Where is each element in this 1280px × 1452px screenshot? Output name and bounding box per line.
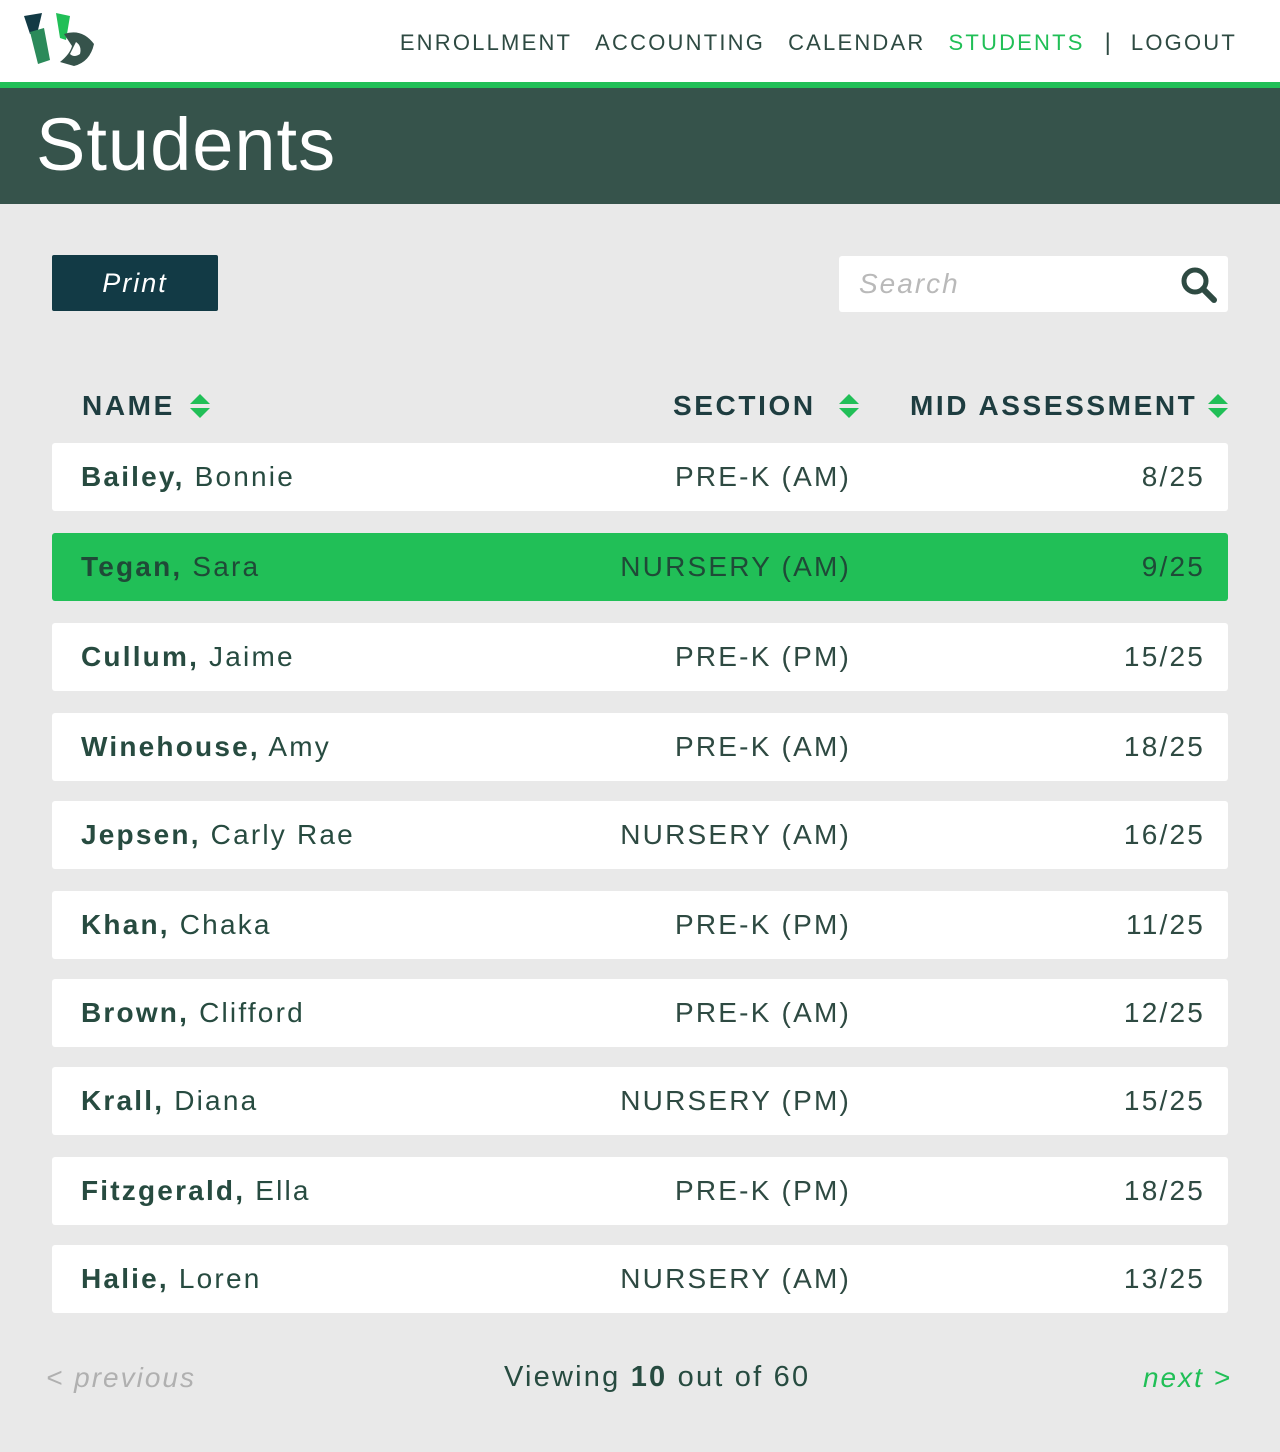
nav-separator: | xyxy=(1104,29,1111,56)
student-section: PRE-K (AM) xyxy=(675,997,851,1028)
student-name: Krall, Diana xyxy=(81,1067,258,1135)
search-box xyxy=(839,256,1228,312)
school-logo-icon[interactable] xyxy=(20,10,100,70)
first-name: Carly Rae xyxy=(210,819,355,850)
last-name: Fitzgerald, xyxy=(81,1175,246,1206)
viewing-prefix: Viewing xyxy=(504,1361,621,1393)
student-section: PRE-K (PM) xyxy=(675,641,851,672)
student-name: Fitzgerald, Ella xyxy=(81,1157,311,1225)
next-page-link[interactable]: next > xyxy=(1143,1362,1232,1394)
column-header-label: SECTION xyxy=(673,390,816,421)
table-row[interactable]: Cullum, Jaime PRE-K (PM) 15/25 xyxy=(52,623,1228,691)
sort-arrows-icon[interactable] xyxy=(838,393,860,419)
last-name: Winehouse, xyxy=(81,731,260,762)
main-nav: ENROLLMENT ACCOUNTING CALENDAR STUDENTS … xyxy=(377,28,1237,58)
first-name: Diana xyxy=(174,1085,259,1116)
table-row[interactable]: Bailey, Bonnie PRE-K (AM) 8/25 xyxy=(52,443,1228,511)
first-name: Loren xyxy=(178,1263,262,1294)
print-button[interactable]: Print xyxy=(52,255,218,311)
student-name: Halie, Loren xyxy=(81,1245,262,1313)
table-row[interactable]: Jepsen, Carly Rae NURSERY (AM) 16/25 xyxy=(52,801,1228,869)
table-row[interactable]: Halie, Loren NURSERY (AM) 13/25 xyxy=(52,1245,1228,1313)
last-name: Bailey, xyxy=(81,461,185,492)
student-name: Brown, Clifford xyxy=(81,979,305,1047)
previous-page-link[interactable]: < previous xyxy=(46,1362,196,1394)
mid-assessment-score: 16/25 xyxy=(1123,819,1205,850)
mid-assessment-score: 11/25 xyxy=(1126,909,1205,940)
first-name: Jaime xyxy=(209,641,295,672)
search-input[interactable] xyxy=(839,256,1169,312)
student-section: PRE-K (PM) xyxy=(675,1175,851,1206)
student-section: NURSERY (AM) xyxy=(620,1263,851,1294)
nav-students[interactable]: STUDENTS xyxy=(948,30,1084,56)
nav-enrollment[interactable]: ENROLLMENT xyxy=(400,30,572,56)
table-row[interactable]: Winehouse, Amy PRE-K (AM) 18/25 xyxy=(52,713,1228,781)
column-header-mid-assessment[interactable]: MID ASSESSMENT xyxy=(910,388,1229,424)
nav-accounting[interactable]: ACCOUNTING xyxy=(595,30,765,56)
mid-assessment-score: 18/25 xyxy=(1123,731,1205,762)
student-section: NURSERY (PM) xyxy=(620,1085,851,1116)
first-name: Bonnie xyxy=(194,461,295,492)
table-row[interactable]: Krall, Diana NURSERY (PM) 15/25 xyxy=(52,1067,1228,1135)
mid-assessment-score: 18/25 xyxy=(1123,1175,1205,1206)
student-section: PRE-K (AM) xyxy=(675,731,851,762)
first-name: Chaka xyxy=(179,909,272,940)
top-navbar: ENROLLMENT ACCOUNTING CALENDAR STUDENTS … xyxy=(0,0,1280,82)
viewing-count: 10 xyxy=(630,1361,668,1393)
first-name: Clifford xyxy=(199,997,305,1028)
first-name: Amy xyxy=(268,731,331,762)
column-header-label: MID ASSESSMENT xyxy=(910,390,1198,421)
last-name: Krall, xyxy=(81,1085,165,1116)
student-name: Cullum, Jaime xyxy=(81,623,295,691)
last-name: Khan, xyxy=(81,909,170,940)
first-name: Sara xyxy=(192,551,261,582)
search-icon[interactable] xyxy=(1179,265,1219,305)
last-name: Cullum, xyxy=(81,641,200,672)
last-name: Brown, xyxy=(81,997,190,1028)
page-header: Students xyxy=(0,88,1280,204)
student-name: Jepsen, Carly Rae xyxy=(81,801,355,869)
student-name: Bailey, Bonnie xyxy=(81,443,295,511)
viewing-suffix: out of 60 xyxy=(677,1361,811,1393)
last-name: Jepsen, xyxy=(81,819,201,850)
last-name: Tegan, xyxy=(81,551,183,582)
mid-assessment-score: 12/25 xyxy=(1123,997,1205,1028)
mid-assessment-score: 15/25 xyxy=(1123,1085,1205,1116)
student-section: NURSERY (AM) xyxy=(620,819,851,850)
student-name: Khan, Chaka xyxy=(81,891,272,959)
table-row-selected[interactable]: Tegan, Sara NURSERY (AM) 9/25 xyxy=(52,533,1228,601)
student-name: Winehouse, Amy xyxy=(81,713,331,781)
mid-assessment-score: 13/25 xyxy=(1123,1263,1205,1294)
student-section: PRE-K (AM) xyxy=(675,461,851,492)
page-title: Students xyxy=(36,103,337,186)
table-row[interactable]: Brown, Clifford PRE-K (AM) 12/25 xyxy=(52,979,1228,1047)
mid-assessment-score: 15/25 xyxy=(1123,641,1205,672)
table-row[interactable]: Fitzgerald, Ella PRE-K (PM) 18/25 xyxy=(52,1157,1228,1225)
sort-arrows-icon[interactable] xyxy=(189,393,211,419)
first-name: Ella xyxy=(255,1175,311,1206)
table-row[interactable]: Khan, Chaka PRE-K (PM) 11/25 xyxy=(52,891,1228,959)
last-name: Halie, xyxy=(81,1263,169,1294)
student-section: PRE-K (PM) xyxy=(675,909,851,940)
nav-logout[interactable]: LOGOUT xyxy=(1131,30,1237,56)
column-header-name[interactable]: NAME xyxy=(82,388,211,424)
column-header-section[interactable]: SECTION xyxy=(673,388,860,424)
nav-calendar[interactable]: CALENDAR xyxy=(788,30,925,56)
mid-assessment-score: 9/25 xyxy=(1141,551,1205,582)
sort-arrows-icon[interactable] xyxy=(1207,393,1229,419)
pagination-status: Viewing 10 out of 60 xyxy=(504,1361,810,1394)
student-section: NURSERY (AM) xyxy=(620,551,851,582)
column-header-label: NAME xyxy=(82,390,175,421)
student-name: Tegan, Sara xyxy=(81,533,260,601)
mid-assessment-score: 8/25 xyxy=(1141,461,1205,492)
